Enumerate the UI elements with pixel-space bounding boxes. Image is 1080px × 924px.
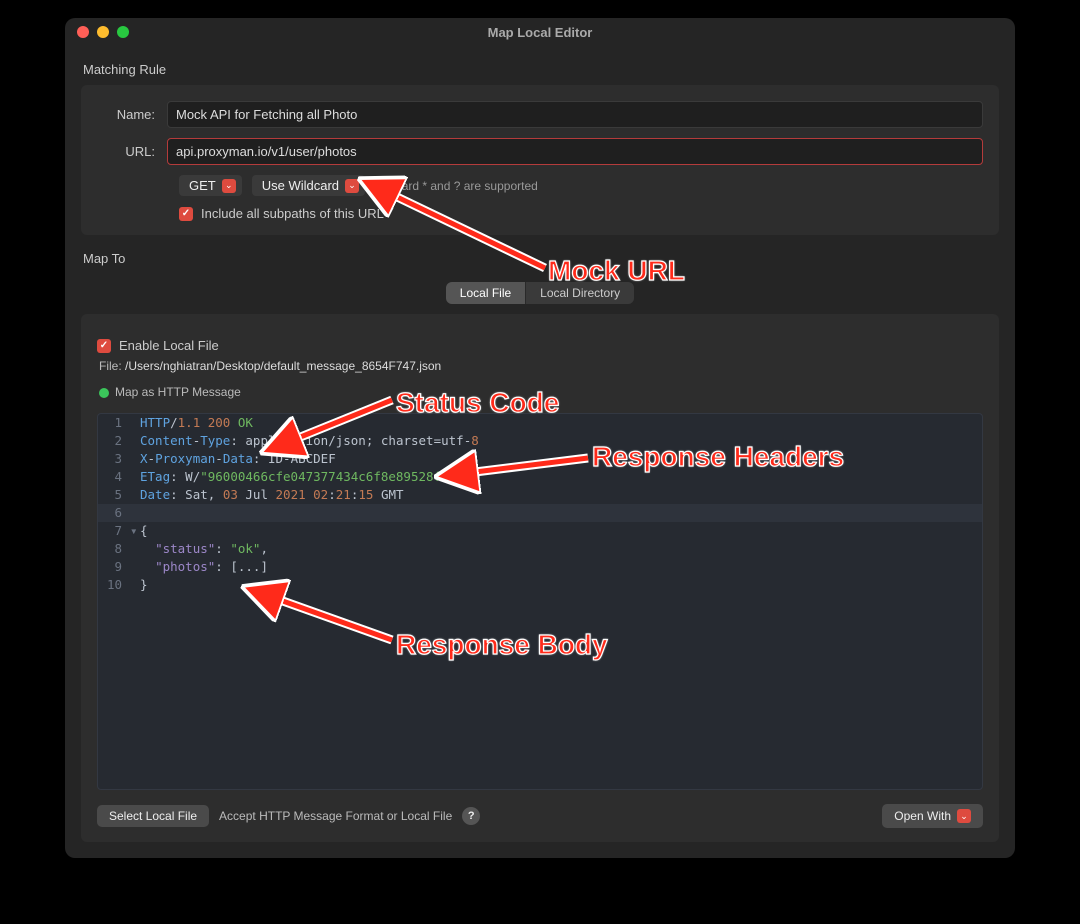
chevron-updown-icon: ⌄ [345,179,359,193]
line-number: 5 [98,486,130,504]
method-select[interactable]: GET ⌄ [179,175,242,196]
include-subpaths-label: Include all subpaths of this URL [201,206,384,221]
line-number: 3 [98,450,130,468]
wildcard-hint: wildcard * and ? are supported [375,179,538,193]
url-label: URL: [97,144,167,159]
open-with-label: Open With [894,809,951,823]
map-as-line: Map as HTTP Message [99,385,983,399]
map-to-title: Map To [83,251,999,266]
chevron-down-icon: ⌄ [957,809,971,823]
mode-select[interactable]: Use Wildcard ⌄ [252,175,365,196]
titlebar: Map Local Editor [65,18,1015,46]
line-number: 6 [98,504,130,522]
enable-local-file-checkbox[interactable]: ✓ [97,339,111,353]
file-prefix: File: [99,359,125,373]
mapto-tabs: Local File Local Directory [446,282,634,304]
line-number: 8 [98,540,130,558]
line-number: 4 [98,468,130,486]
line-number: 7 [98,522,130,540]
help-icon[interactable]: ? [462,807,480,825]
line-number: 9 [98,558,130,576]
name-label: Name: [97,107,167,122]
chevron-updown-icon: ⌄ [222,179,236,193]
accept-format-label: Accept HTTP Message Format or Local File [219,809,452,823]
file-line: File: /Users/nghiatran/Desktop/default_m… [99,359,983,373]
method-value: GET [189,178,216,193]
name-input[interactable] [167,101,983,128]
window-title: Map Local Editor [65,25,1015,40]
tab-local-file[interactable]: Local File [446,282,525,304]
line-number: 1 [98,414,130,432]
matching-rule-panel: Name: URL: GET ⌄ Use Wildcard ⌄ wildcard… [81,85,999,235]
line-number: 10 [98,576,130,594]
url-input[interactable] [167,138,983,165]
status-dot-icon [99,388,109,398]
mode-value: Use Wildcard [262,178,339,193]
http-message-editor[interactable]: 1HTTP/1.1 200 OK 2Content-Type: applicat… [97,413,983,790]
map-local-editor-window: Map Local Editor Matching Rule Name: URL… [65,18,1015,858]
line-number: 2 [98,432,130,450]
tab-local-directory[interactable]: Local Directory [525,282,634,304]
map-as-label: Map as HTTP Message [115,385,241,399]
enable-local-file-label: Enable Local File [119,338,219,353]
mapto-panel: ✓ Enable Local File File: /Users/nghiatr… [81,314,999,842]
open-with-button[interactable]: Open With ⌄ [882,804,983,828]
file-path: /Users/nghiatran/Desktop/default_message… [125,359,441,373]
matching-rule-title: Matching Rule [83,62,999,77]
select-local-file-button[interactable]: Select Local File [97,805,209,827]
include-subpaths-checkbox[interactable]: ✓ [179,207,193,221]
